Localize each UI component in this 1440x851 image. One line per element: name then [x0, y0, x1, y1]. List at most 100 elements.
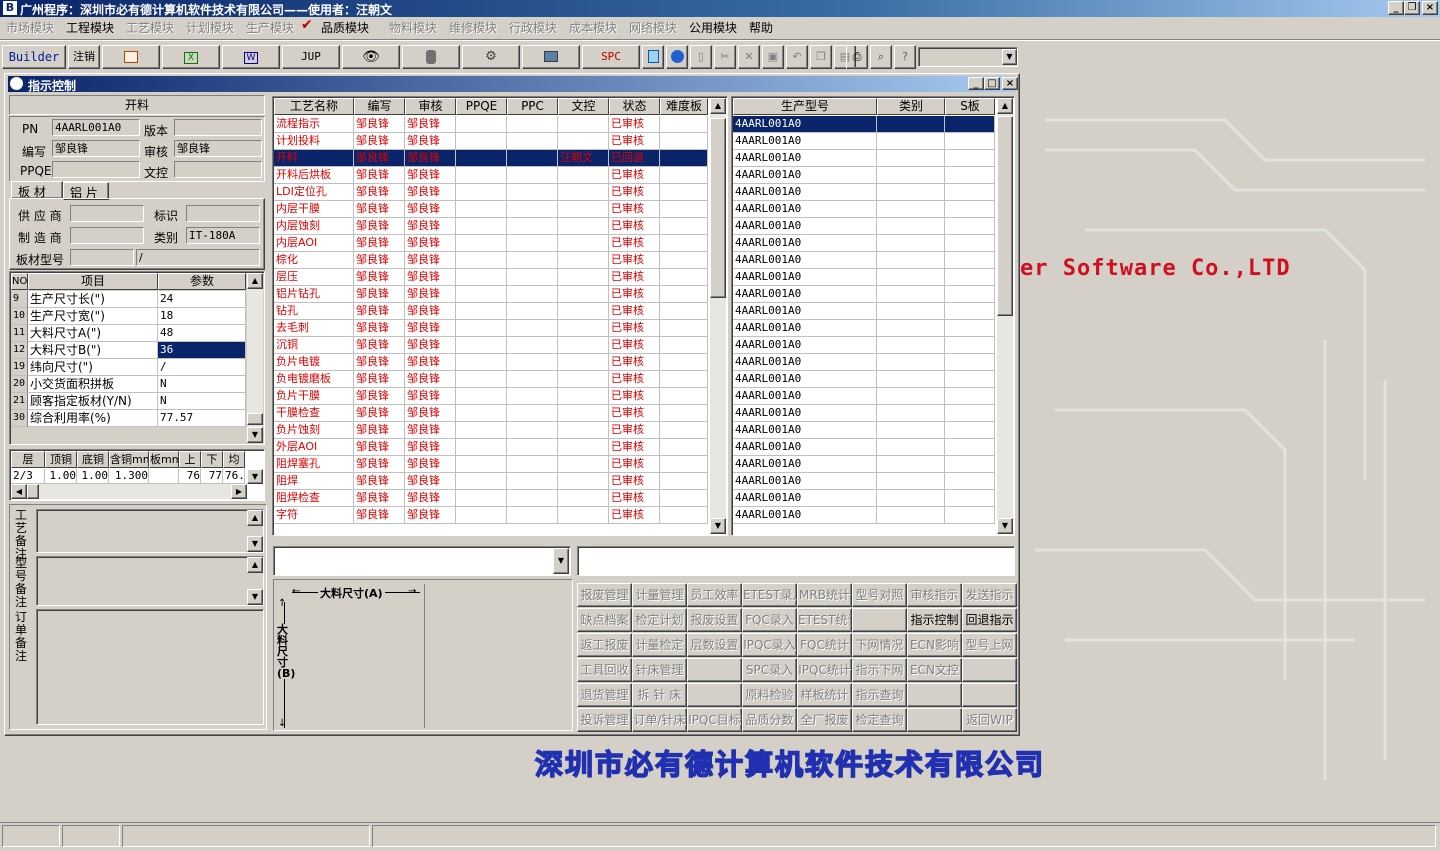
- reviewer-field[interactable]: 邹良锋: [174, 140, 262, 157]
- builder-button[interactable]: Builder: [2, 45, 66, 69]
- print-icon[interactable]: ⎙: [846, 45, 868, 69]
- params-row[interactable]: 10 生产尺寸宽(") 18: [11, 308, 247, 325]
- delete-icon[interactable]: ✕: [738, 45, 760, 69]
- supplier-field[interactable]: [70, 205, 144, 222]
- action-button[interactable]: 投诉管理: [577, 708, 632, 732]
- window-maximize-button[interactable]: □: [984, 77, 1000, 90]
- action-button[interactable]: 层数设置: [687, 633, 742, 657]
- process-row[interactable]: 铝片钻孔 邹良锋 邹良锋 已审核: [274, 286, 708, 303]
- action-button[interactable]: IPQC目标: [687, 708, 742, 732]
- globe-icon[interactable]: [666, 45, 688, 69]
- eye-icon[interactable]: 👁: [342, 45, 400, 69]
- params-row[interactable]: 30 综合利用率(%) 77.57: [11, 410, 247, 427]
- help-icon[interactable]: ?: [894, 45, 916, 69]
- model-row[interactable]: 4AARL001A0: [733, 286, 995, 303]
- process-row[interactable]: 负片蚀刻 邹良锋 邹良锋 已审核: [274, 422, 708, 439]
- layer-cell[interactable]: 1.300: [109, 469, 149, 484]
- action-button[interactable]: ECN文控: [907, 658, 962, 682]
- undo-icon[interactable]: ↶: [786, 45, 808, 69]
- scroll-down-icon[interactable]: ▼: [247, 589, 263, 605]
- model-row[interactable]: 4AARL001A0: [733, 133, 995, 150]
- scroll-up-icon[interactable]: ▲: [710, 98, 726, 114]
- model-row[interactable]: 4AARL001A0: [733, 354, 995, 371]
- params-scrollbar[interactable]: ▲ ▼: [247, 273, 263, 443]
- scroll-left-icon[interactable]: ◀: [11, 484, 27, 499]
- process-row[interactable]: 内层蚀刻 邹良锋 邹良锋 已审核: [274, 218, 708, 235]
- model-row[interactable]: 4AARL001A0: [733, 422, 995, 439]
- scroll-up-icon[interactable]: ▲: [247, 557, 263, 573]
- model-row[interactable]: 4AARL001A0: [733, 218, 995, 235]
- scroll-thumb[interactable]: [997, 116, 1013, 316]
- process-row[interactable]: 计划投料 邹良锋 邹良锋 已审核: [274, 133, 708, 150]
- action-button[interactable]: 报废管理: [577, 583, 632, 607]
- param-value[interactable]: 24: [158, 291, 246, 308]
- new-document-icon[interactable]: ▯: [690, 45, 712, 69]
- params-row[interactable]: 21 顾客指定板材(Y/N) N: [11, 393, 247, 410]
- cut-icon[interactable]: ✂: [714, 45, 736, 69]
- menu-engineering[interactable]: 工程模块: [66, 19, 114, 36]
- action-button[interactable]: 报废设置: [687, 608, 742, 632]
- close-button[interactable]: ×: [1422, 1, 1438, 15]
- layer-cell[interactable]: [149, 469, 179, 484]
- scroll-up-icon[interactable]: ▲: [997, 98, 1013, 114]
- menu-plan[interactable]: 计划模块: [186, 19, 234, 36]
- model-row[interactable]: 4AARL001A0: [733, 269, 995, 286]
- ppqe-field[interactable]: [52, 161, 140, 178]
- maker-field[interactable]: [70, 227, 144, 244]
- process-row[interactable]: 负片干膜 邹良锋 邹良锋 已审核: [274, 388, 708, 405]
- database-icon[interactable]: [402, 45, 460, 69]
- param-value[interactable]: 48: [158, 325, 246, 342]
- action-button[interactable]: FQC录入: [742, 608, 797, 632]
- process-row[interactable]: 棕化 邹良锋 邹良锋 已审核: [274, 252, 708, 269]
- scroll-thumb[interactable]: [247, 413, 263, 425]
- action-button[interactable]: 计量检定: [632, 633, 687, 657]
- param-value[interactable]: 77.57: [158, 410, 246, 427]
- model-row[interactable]: 4AARL001A0: [733, 184, 995, 201]
- action-button[interactable]: 针床管理: [632, 658, 687, 682]
- bottom-right-field[interactable]: [577, 546, 1015, 576]
- hscroll-thumb[interactable]: [27, 484, 39, 499]
- menu-admin[interactable]: 行政模块: [509, 19, 557, 36]
- process-row[interactable]: LDI定位孔 邹良锋 邹良锋 已审核: [274, 184, 708, 201]
- action-button-empty[interactable]: [962, 683, 1017, 707]
- network-icon[interactable]: ⚙: [462, 45, 520, 69]
- layer-cell[interactable]: 2/3: [11, 469, 45, 484]
- model-row[interactable]: 4AARL001A0: [733, 456, 995, 473]
- param-value[interactable]: N: [158, 376, 246, 393]
- model-remark-field[interactable]: ▲ ▼: [36, 556, 264, 606]
- powerpoint-icon[interactable]: [102, 45, 160, 69]
- model-row[interactable]: 4AARL001A0: [733, 405, 995, 422]
- action-button[interactable]: 指示查询: [852, 683, 907, 707]
- copy-icon[interactable]: ❐: [810, 45, 832, 69]
- toolbar-combo[interactable]: ▼: [918, 47, 1018, 67]
- process-row[interactable]: 内层AOI 邹良锋 邹良锋 已审核: [274, 235, 708, 252]
- action-button-empty[interactable]: [907, 708, 962, 732]
- action-button[interactable]: 缺点档案: [577, 608, 632, 632]
- params-row[interactable]: 11 大料尺寸A(") 48: [11, 325, 247, 342]
- save-icon[interactable]: ▣: [762, 45, 784, 69]
- process-row[interactable]: 内层干膜 邹良锋 邹良锋 已审核: [274, 201, 708, 218]
- calculator-icon[interactable]: [642, 45, 664, 69]
- action-button[interactable]: 型号对照: [852, 583, 907, 607]
- scroll-right-icon[interactable]: ▶: [231, 484, 247, 499]
- action-button[interactable]: ECN影响: [907, 633, 962, 657]
- param-value[interactable]: 18: [158, 308, 246, 325]
- craft-remark-field[interactable]: ▲ ▼: [36, 509, 264, 553]
- process-row[interactable]: 负电镀磨板 邹良锋 邹良锋 已审核: [274, 371, 708, 388]
- action-button[interactable]: 返回WIP: [962, 708, 1017, 732]
- layer-cell[interactable]: 76: [179, 469, 201, 484]
- bottom-left-combo[interactable]: ▼: [273, 546, 571, 576]
- find-icon[interactable]: ⌕: [870, 45, 892, 69]
- process-row[interactable]: 外层AOI 邹良锋 邹良锋 已审核: [274, 439, 708, 456]
- action-button-empty[interactable]: [907, 683, 962, 707]
- model-row[interactable]: 4AARL001A0: [733, 150, 995, 167]
- action-button[interactable]: 原料检验: [742, 683, 797, 707]
- scroll-thumb[interactable]: [710, 118, 726, 298]
- process-row[interactable]: 钻孔 邹良锋 邹良锋 已审核: [274, 303, 708, 320]
- docctl-field[interactable]: [174, 161, 262, 178]
- process-row[interactable]: 阻焊检查 邹良锋 邹良锋 已审核: [274, 490, 708, 507]
- layer-cell[interactable]: 76.: [223, 469, 245, 484]
- window-close-button[interactable]: ×: [1002, 77, 1018, 90]
- action-button[interactable]: 指示下网: [852, 658, 907, 682]
- model-row[interactable]: 4AARL001A0: [733, 235, 995, 252]
